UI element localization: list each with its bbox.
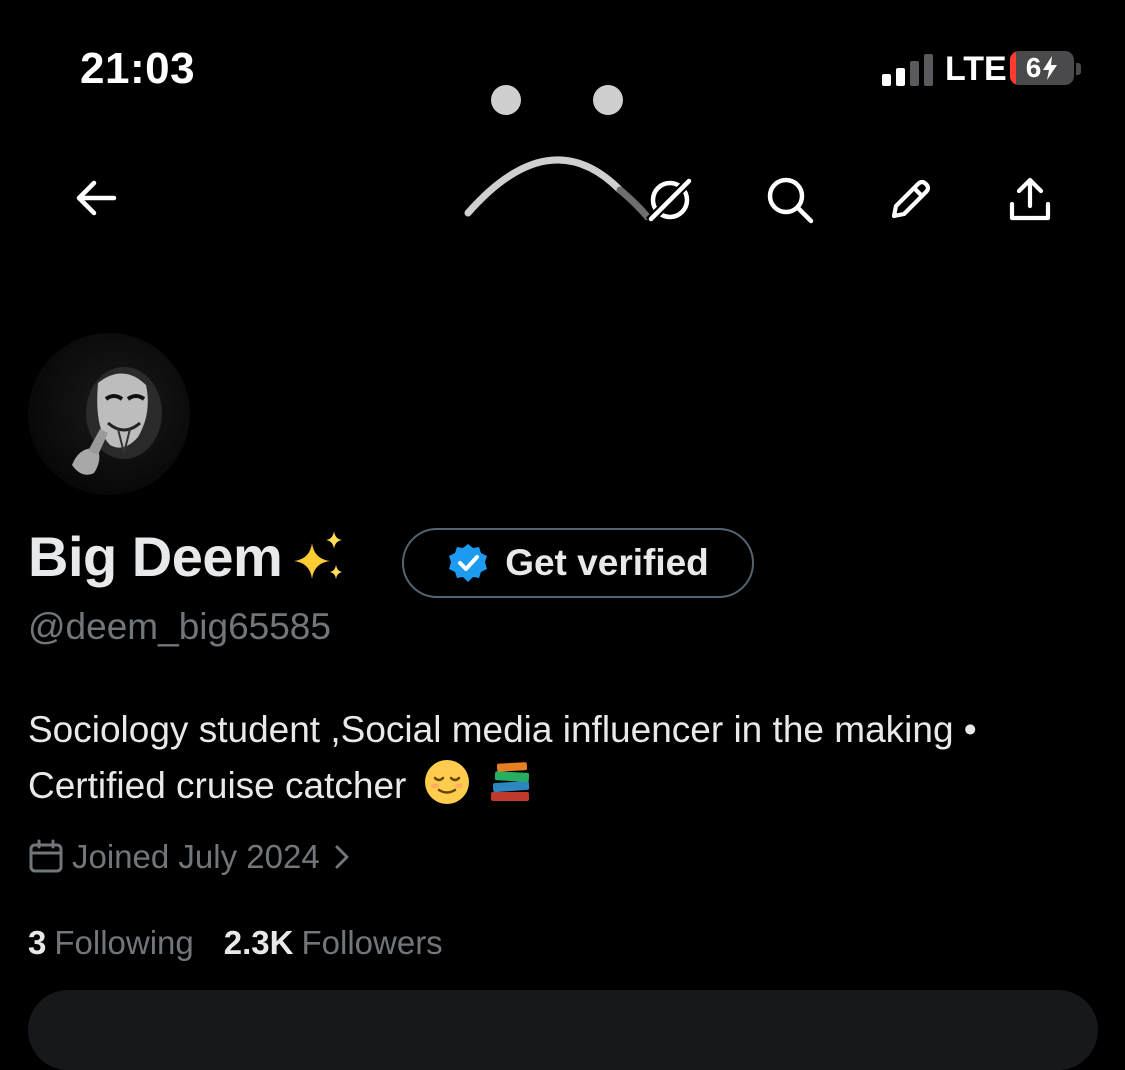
following-link[interactable]: 3 Following [28, 924, 194, 962]
following-label: Following [54, 924, 194, 961]
name-row: Big Deem [28, 524, 348, 589]
joined-date: Joined July 2024 [72, 838, 320, 875]
bio-line-1: Sociology student ,Social media influenc… [28, 709, 977, 750]
battery-percent: 6 [1025, 52, 1042, 83]
calendar-icon [29, 839, 63, 873]
followers-count: 2.3K [223, 924, 294, 961]
arrow-left-icon [76, 180, 117, 216]
following-count: 3 [28, 924, 47, 961]
back-button[interactable] [66, 168, 126, 228]
share-button[interactable] [1000, 170, 1060, 230]
signal-strength-icon [882, 54, 933, 86]
status-time: 21:03 [80, 44, 196, 93]
edit-pencil-icon [891, 179, 931, 219]
display-name: Big Deem [28, 525, 283, 588]
search-button[interactable] [760, 170, 820, 230]
share-upload-icon [1009, 177, 1051, 221]
battery-cap [1076, 63, 1081, 75]
edit-button[interactable] [880, 170, 940, 230]
search-icon [767, 177, 814, 224]
followers-link[interactable]: 2.3K Followers [224, 924, 443, 962]
joined-date-row[interactable]: Joined July 2024 [28, 838, 350, 876]
books-emoji-icon [490, 762, 530, 801]
network-type: LTE [945, 50, 1007, 88]
bio-line-2: Certified cruise catcher [28, 765, 407, 806]
verified-badge-icon [449, 544, 488, 582]
chevron-right-icon [335, 845, 349, 869]
relieved-face-emoji-icon [424, 760, 469, 804]
grok-button[interactable] [640, 170, 700, 230]
profile-avatar[interactable] [28, 333, 190, 495]
follow-counts: 3 Following 2.3K Followers [28, 924, 443, 962]
grok-icon [645, 175, 695, 225]
battery-icon: 6 [1010, 51, 1074, 85]
followers-label: Followers [301, 924, 443, 961]
masked-figure-image [72, 367, 162, 475]
charging-bolt-icon [1043, 56, 1058, 80]
sparkles-emoji-icon [294, 530, 343, 579]
get-verified-button[interactable]: Get verified [402, 528, 754, 598]
bottom-card[interactable] [28, 990, 1098, 1070]
get-verified-label: Get verified [505, 542, 709, 583]
refresh-sad-face-icon [464, 85, 654, 220]
profile-bio: Sociology student ,Social media influenc… [28, 702, 1098, 814]
profile-handle: @deem_big65585 [28, 606, 331, 647]
